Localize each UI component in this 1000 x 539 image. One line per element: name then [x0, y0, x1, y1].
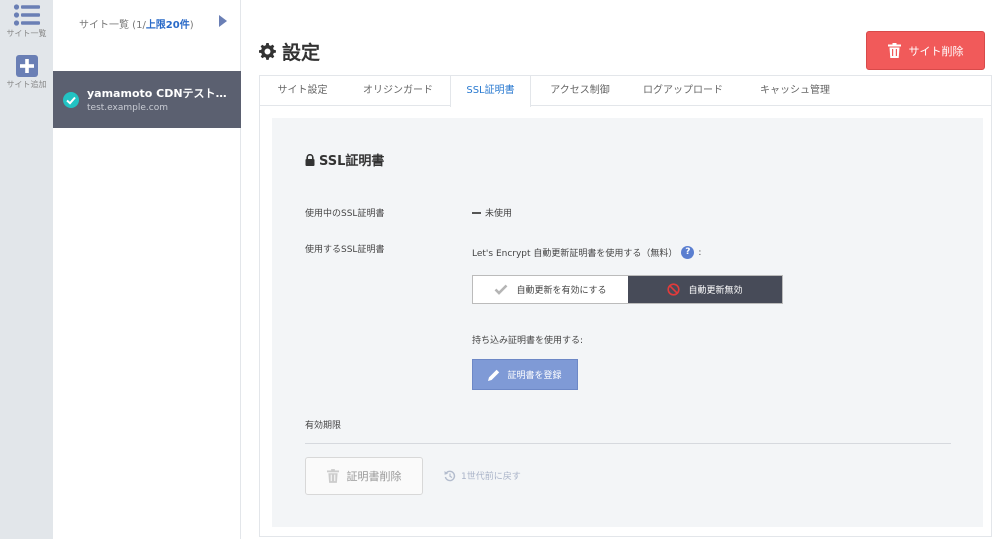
delete-cert-button[interactable]: 証明書削除 [305, 457, 423, 495]
plus-icon [15, 55, 38, 77]
dash-icon [472, 211, 481, 214]
tab-cache-management[interactable]: キャッシュ管理 [744, 76, 846, 106]
in-use-cert-label: 使用中のSSL証明書 [305, 209, 385, 219]
tab-log-upload[interactable]: ログアップロード [630, 76, 736, 106]
in-use-cert-value: 未使用 [472, 206, 512, 219]
rail-item-label: サイト一覧 [6, 29, 47, 38]
pencil-icon [488, 369, 500, 381]
section-title: SSL証明書 [305, 150, 384, 169]
checkmark-icon [495, 284, 508, 295]
rail-item-add-site[interactable]: サイト追加 [0, 55, 53, 90]
site-list-header: サイト一覧 (1/上限20件) [79, 20, 194, 31]
undo-history-icon [444, 470, 456, 481]
lets-encrypt-label: Let's Encrypt 自動更新証明書を使用する（無料） ? : [472, 246, 702, 259]
check-icon [63, 92, 79, 108]
page-title: 設定 [259, 38, 320, 65]
list-icon [13, 4, 40, 26]
trash-icon [326, 469, 339, 483]
auto-renew-disable-button[interactable]: 自動更新無効 [628, 276, 782, 303]
rail-item-label: サイト追加 [6, 80, 47, 89]
tab-access-control[interactable]: アクセス制御 [536, 76, 624, 106]
import-cert-label: 持ち込み証明書を使用する: [472, 336, 584, 346]
auto-renew-toggle: 自動更新を有効にする 自動更新無効 [472, 275, 783, 304]
trash-icon [887, 43, 901, 58]
use-cert-label: 使用するSSL証明書 [305, 245, 385, 255]
site-list-column: サイト一覧 (1/上限20件) yamamoto CDNテストサイト test.… [53, 0, 241, 539]
site-name: yamamoto CDNテストサイト [87, 87, 237, 100]
collapse-arrow-icon[interactable] [219, 15, 227, 27]
left-rail: サイト一覧 サイト追加 [0, 0, 53, 539]
tab-site-settings[interactable]: サイト設定 [260, 76, 345, 106]
settings-panel: サイト設定 オリジンガード SSL証明書 アクセス制御 ログアップロード キャッ… [259, 75, 992, 537]
auto-renew-enable-button[interactable]: 自動更新を有効にする [473, 276, 628, 303]
divider [305, 443, 951, 444]
expiry-label: 有効期限 [305, 421, 342, 431]
tab-origin-guard[interactable]: オリジンガード [348, 76, 448, 106]
delete-site-button[interactable]: サイト削除 [866, 31, 985, 70]
rail-item-site-list[interactable]: サイト一覧 [0, 4, 53, 39]
help-icon[interactable]: ? [681, 246, 695, 259]
lock-icon [305, 153, 315, 166]
gear-icon [259, 43, 276, 60]
prohibited-icon [667, 283, 681, 296]
site-list-item[interactable]: yamamoto CDNテストサイト test.example.com [53, 71, 241, 128]
tab-bar: サイト設定 オリジンガード SSL証明書 アクセス制御 ログアップロード キャッ… [260, 76, 991, 107]
register-cert-button[interactable]: 証明書を登録 [472, 359, 578, 390]
revert-generation-link[interactable]: 1世代前に戻す [444, 469, 521, 482]
tab-ssl-certificate[interactable]: SSL証明書 [450, 76, 531, 107]
site-host: test.example.com [87, 103, 168, 113]
ssl-section: SSL証明書 使用中のSSL証明書 未使用 使用するSSL証明書 Let's E… [272, 118, 983, 527]
